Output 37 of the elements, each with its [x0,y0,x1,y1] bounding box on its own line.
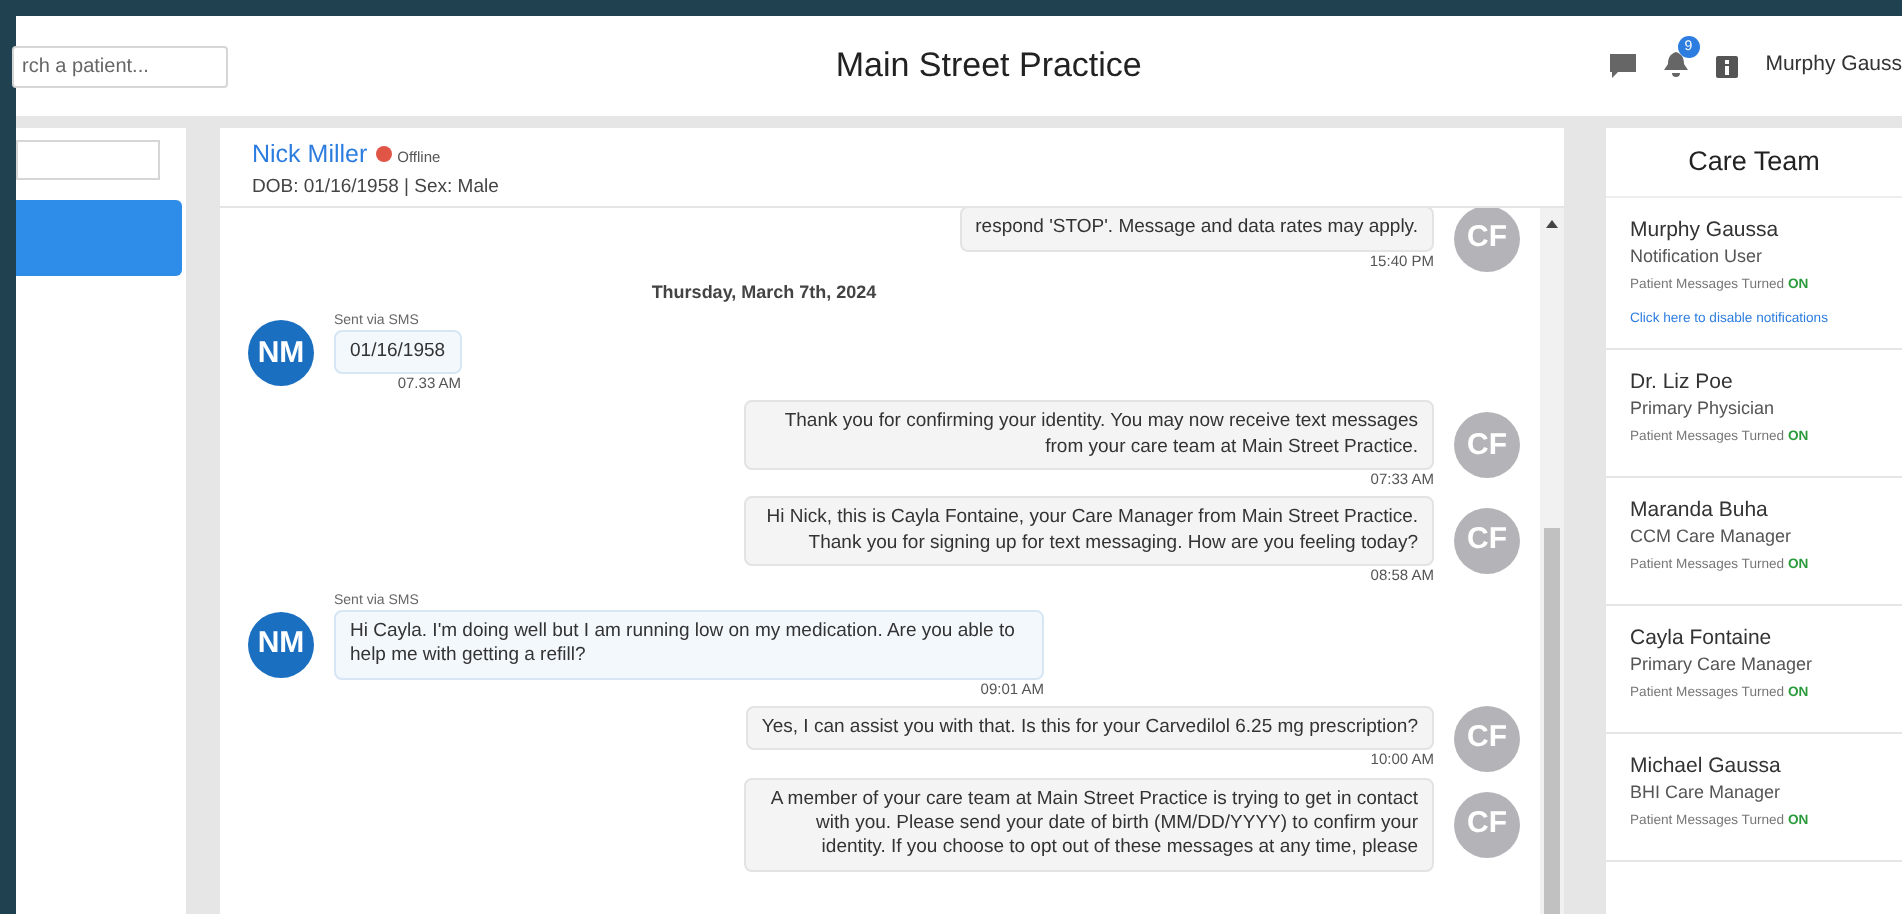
care-team-title: Care Team [1606,128,1902,199]
message-bubble: respond 'STOP'. Message and data rates may apply. [959,208,1434,252]
avatar: NM [248,612,314,679]
avatar: NM [248,320,314,387]
member-role: CCM Care Manager [1630,525,1794,550]
scrollbar[interactable] [1540,208,1564,914]
patient-name[interactable]: Nick Miller [252,140,368,168]
avatar: CF [1454,208,1520,273]
user-name[interactable]: Murphy Gauss [1765,50,1902,82]
search-field[interactable] [16,140,160,180]
member-name: Dr. Liz Poe [1630,370,1735,398]
member-role: Primary Physician [1630,397,1777,422]
avatar: CF [1454,508,1520,575]
member-name: Murphy Gaussa [1630,218,1781,246]
info-icon[interactable] [1715,55,1738,77]
message-bubble: Thank you for confirming your identity. You may now receive text messages from your care team at Main Street Practice. [744,400,1434,471]
message-bubble: A member of your care team at Main Street Practice is trying to get in contact with you. Please send your date of birth (MM/DD/YYYY) to confirm your identity. If you choose to opt out of these messages at any time, please [744,777,1434,872]
member-role: BHI Care Manager [1630,781,1783,806]
member-role: Primary Care Manager [1630,653,1815,678]
member-name: Michael Gaussa [1630,754,1783,782]
patient-details: DOB: 01/16/1958 | Sex: Male [252,175,501,201]
scroll-up-icon[interactable] [1546,220,1558,229]
member-name: Maranda Buha [1630,498,1770,526]
chat-icon[interactable] [1609,54,1636,78]
date-divider: Thursday, March 7th, 2024 [649,280,879,307]
message-bubble: Hi Nick, this is Cayla Fontaine, your Care Manager from Main Street Practice. Thank you for signing up for text messaging. How are you feeling today? [744,496,1434,566]
message-bubble: 01/16/1958 [334,330,462,375]
notification-bell-icon[interactable] [1663,51,1688,78]
patient-search-field[interactable]: rch a patient... [12,45,228,87]
message-bubble: Yes, I can assist you with that. Is this for your Carvedilol 6.25 mg prescription? [745,705,1434,751]
member-name: Cayla Fontaine [1630,626,1774,654]
avatar: CF [1454,705,1520,772]
message-bubble: Hi Cayla. I'm doing well but I am running low on my medication. Are you able to help me with getting a refill? [334,609,1044,680]
practice-title: Main Street Practice [833,44,1144,89]
member-role: Notification User [1630,245,1765,270]
avatar: CF [1454,791,1520,858]
avatar: CF [1454,412,1520,479]
